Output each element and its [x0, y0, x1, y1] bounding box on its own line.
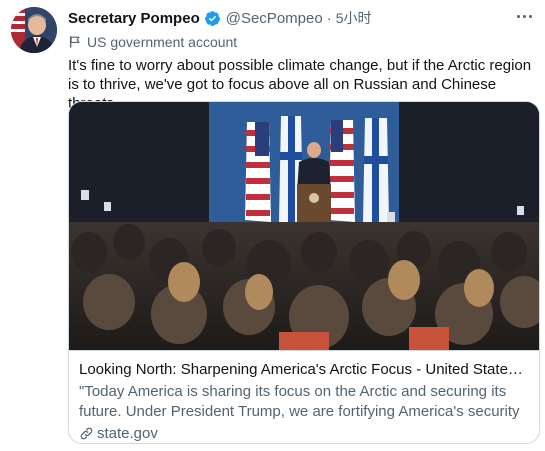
card-domain-row: state.gov — [79, 424, 530, 443]
government-flag-icon — [69, 36, 80, 48]
verified-badge-icon — [204, 10, 220, 26]
card-domain[interactable]: state.gov — [97, 424, 158, 443]
separator-dot: · — [326, 9, 332, 27]
card-body: Looking North: Sharpening America's Arct… — [69, 350, 539, 443]
account-label-text[interactable]: US government account — [87, 34, 237, 50]
handle[interactable]: @SecPompeo — [226, 10, 323, 27]
avatar[interactable] — [11, 7, 57, 53]
more-options-icon[interactable] — [514, 9, 534, 23]
link-card[interactable]: Looking North: Sharpening America's Arct… — [68, 101, 540, 444]
tweet-header: Secretary Pompeo @SecPompeo · 5小时 — [68, 8, 371, 28]
tweet: Secretary Pompeo @SecPompeo · 5小时 US gov… — [0, 0, 545, 451]
card-description: "Today America is sharing its focus on t… — [79, 383, 520, 420]
link-icon — [80, 427, 93, 440]
account-label: US government account — [68, 33, 237, 51]
display-name[interactable]: Secretary Pompeo — [68, 10, 200, 27]
timestamp[interactable]: 5小时 — [336, 8, 372, 28]
card-title[interactable]: Looking North: Sharpening America's Arct… — [79, 360, 530, 379]
card-image[interactable] — [69, 102, 539, 350]
